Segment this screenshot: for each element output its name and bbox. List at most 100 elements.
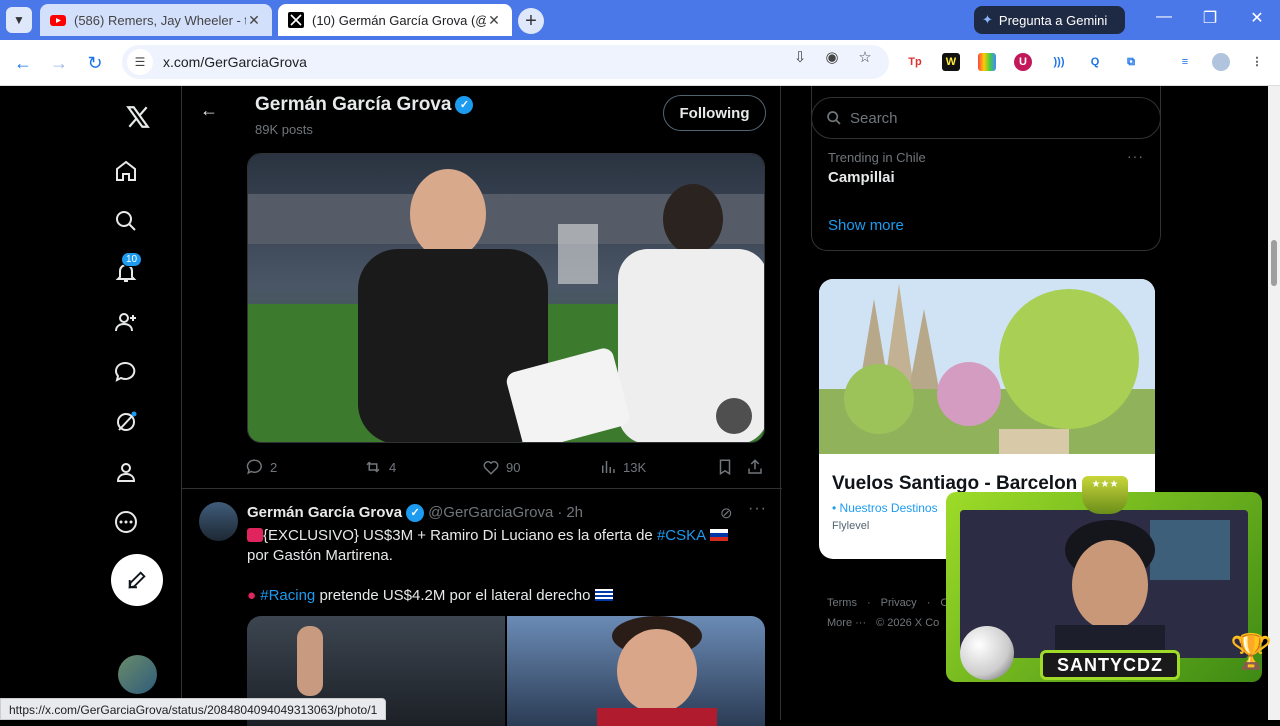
reply-count: 2	[270, 459, 278, 475]
following-button[interactable]: Following	[663, 95, 766, 131]
x-icon	[288, 12, 304, 28]
hashtag-cska[interactable]: #CSKA	[657, 527, 706, 544]
author-name[interactable]: Germán García Grova	[247, 504, 402, 521]
home-icon[interactable]	[111, 156, 141, 186]
follow-people-icon[interactable]	[111, 307, 141, 337]
tweet-divider	[182, 488, 782, 489]
repost-button[interactable]: 4	[363, 458, 396, 476]
tracking-protection-icon[interactable]: ◉	[822, 48, 842, 66]
more-icon[interactable]	[111, 507, 141, 537]
tweet-author-avatar[interactable]	[199, 502, 238, 541]
streamer-webcam-overlay: ★★★ SANTYCDZ 🏆	[938, 472, 1272, 698]
repost-count: 4	[389, 459, 397, 475]
hashtag-racing[interactable]: #Racing	[260, 587, 315, 604]
restore-icon[interactable]: ❐	[1198, 8, 1222, 28]
tab-youtube[interactable]: (586) Remers, Jay Wheeler - ter ✕	[40, 4, 272, 36]
ad-subtitle[interactable]: • Nuestros Destinos	[832, 501, 938, 515]
profile-header: ← Germán García Grova ✓ 89K posts Followi…	[182, 86, 782, 138]
reply-button[interactable]: 2	[246, 458, 277, 476]
grok-explain-icon[interactable]: ⊘	[720, 504, 733, 522]
compose-icon	[128, 571, 146, 589]
account-avatar[interactable]	[118, 655, 157, 694]
reload-icon[interactable]: ↻	[84, 52, 106, 74]
tab-title: (10) Germán García Grova (@Ge	[312, 12, 486, 28]
tweet-time[interactable]: 2h	[566, 504, 583, 521]
extension-tp-icon[interactable]: Tp	[906, 53, 924, 71]
tab-title: (586) Remers, Jay Wheeler - ter	[74, 12, 246, 28]
extension-w-icon[interactable]: W	[942, 53, 960, 71]
footer-terms-link[interactable]: Terms	[827, 597, 857, 609]
tweet-author[interactable]: Germán García Grova ✓ @GerGarciaGrova · 2h	[247, 504, 583, 523]
search-icon	[827, 111, 841, 125]
grok-icon[interactable]	[111, 407, 141, 437]
views-button[interactable]: 13K	[599, 458, 646, 476]
profile-icon[interactable]	[111, 457, 141, 487]
tweet-actions: 2 4 90 13K	[246, 458, 766, 478]
soccer-ball-icon	[960, 626, 1014, 680]
youtube-icon	[50, 15, 66, 26]
tab-x[interactable]: (10) Germán García Grova (@Ge ✕	[278, 4, 512, 36]
left-navigation	[100, 86, 180, 720]
close-tab-icon[interactable]: ✕	[486, 12, 502, 29]
footer-more-link[interactable]: More ···	[827, 617, 866, 629]
search-placeholder: Search	[850, 109, 898, 127]
compose-post-button[interactable]	[111, 554, 163, 606]
bookmark-icon	[719, 459, 731, 476]
share-button[interactable]	[746, 458, 764, 476]
trend-more-icon[interactable]: ···	[1127, 148, 1144, 164]
browser-toolbar: ← → ↻ ☰ x.com/GerGarciaGrova ⇩ ◉ ☆ Tp W …	[0, 40, 1280, 86]
like-button[interactable]: 90	[482, 458, 520, 476]
extension-grid-icon[interactable]	[978, 53, 996, 71]
gemini-button[interactable]: ✦ Pregunta a Gemini	[974, 6, 1125, 34]
site-settings-icon[interactable]: ☰	[127, 49, 153, 75]
new-tab-button[interactable]: +	[518, 8, 544, 34]
tab-search-button[interactable]: ▼	[6, 7, 32, 33]
pin-emoji-icon: ●	[247, 587, 257, 604]
back-arrow-icon[interactable]: ←	[200, 100, 218, 121]
siren-emoji-icon	[247, 528, 263, 542]
x-logo-icon[interactable]	[122, 101, 154, 133]
extension-u-icon[interactable]: U	[1014, 53, 1032, 71]
show-more-link[interactable]: Show more	[828, 217, 904, 234]
bookmark-button[interactable]	[716, 458, 734, 476]
close-window-icon[interactable]: ✕	[1245, 8, 1269, 28]
back-icon[interactable]: ←	[12, 52, 34, 74]
main-timeline: ← Germán García Grova ✓ 89K posts Followi…	[181, 86, 782, 726]
extension-wave-icon[interactable]: )))	[1050, 53, 1068, 71]
more-options-icon[interactable]: ···	[748, 500, 767, 518]
gemini-label: Pregunta a Gemini	[998, 12, 1108, 28]
profile-avatar-icon[interactable]	[1212, 53, 1230, 71]
close-tab-icon[interactable]: ✕	[246, 12, 262, 29]
footer-privacy-link[interactable]: Privacy	[881, 597, 917, 609]
tweet-photo-right[interactable]	[507, 616, 765, 726]
media-controls-icon[interactable]: ≡	[1176, 53, 1194, 71]
link-preview-url: https://x.com/GerGarciaGrova/status/2084…	[0, 698, 387, 720]
search-icon[interactable]	[111, 206, 141, 236]
verified-badge-icon: ✓	[455, 95, 474, 114]
profile-name: Germán García Grova ✓	[255, 94, 474, 116]
trend-item[interactable]: Campillai	[828, 169, 895, 186]
minimize-icon[interactable]: —	[1152, 8, 1176, 26]
url-text[interactable]: x.com/GerGarciaGrova	[163, 54, 307, 70]
like-count: 90	[506, 459, 521, 475]
trend-category: Trending in Chile	[828, 150, 926, 165]
messages-icon[interactable]	[111, 357, 141, 387]
reply-icon	[246, 459, 262, 475]
bookmark-star-icon[interactable]: ☆	[855, 48, 875, 66]
post-count: 89K posts	[255, 122, 313, 137]
tweet-photo[interactable]	[247, 153, 765, 443]
ad-brand: Flylevel	[832, 520, 870, 532]
russia-flag-icon	[710, 529, 729, 541]
notification-badge: 10	[121, 252, 143, 267]
author-handle[interactable]: @GerGarciaGrova	[428, 504, 553, 521]
extensions-puzzle-icon[interactable]: ⧉	[1122, 53, 1140, 71]
forward-icon[interactable]: →	[48, 52, 70, 74]
scrollbar-thumb[interactable]	[1271, 240, 1277, 286]
install-app-icon[interactable]: ⇩	[790, 48, 810, 66]
address-bar[interactable]: ☰ x.com/GerGarciaGrova	[122, 45, 889, 79]
footer-copyright: © 2026 X Co	[876, 617, 940, 629]
search-input[interactable]: Search	[811, 97, 1161, 139]
menu-dots-icon[interactable]: ⋮	[1248, 53, 1266, 71]
extension-q-icon[interactable]: Q	[1086, 53, 1104, 71]
ad-image	[819, 279, 1155, 454]
